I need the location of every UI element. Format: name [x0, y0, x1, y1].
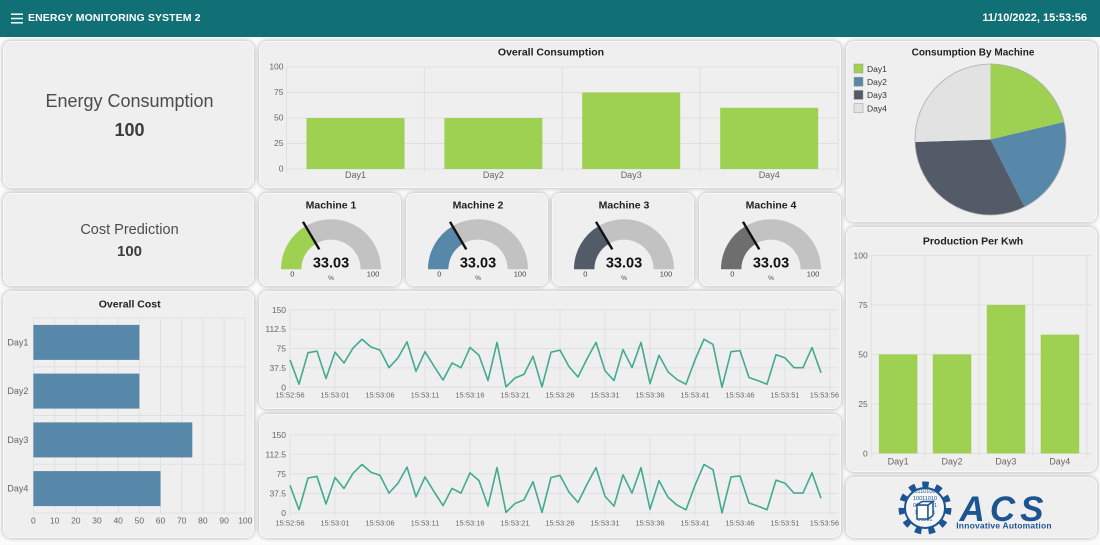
svg-text:Machine 4: Machine 4 — [746, 199, 797, 211]
svg-text:15:53:31: 15:53:31 — [590, 391, 619, 400]
svg-text:15:53:01: 15:53:01 — [320, 519, 349, 528]
svg-text:75: 75 — [277, 469, 287, 479]
svg-text:15:53:56: 15:53:56 — [810, 391, 839, 400]
svg-text:Day4: Day4 — [867, 103, 887, 113]
svg-text:75: 75 — [274, 87, 284, 97]
svg-text:100: 100 — [660, 270, 673, 279]
svg-text:Day1: Day1 — [345, 170, 366, 180]
svg-text:Machine 2: Machine 2 — [452, 199, 503, 211]
svg-text:50: 50 — [858, 349, 868, 359]
svg-text:15:52:56: 15:52:56 — [275, 391, 304, 400]
svg-text:112.5: 112.5 — [265, 449, 286, 459]
svg-text:0: 0 — [730, 270, 734, 279]
svg-text:Day3: Day3 — [867, 90, 887, 100]
svg-text:Consumption By Machine: Consumption By Machine — [912, 48, 1035, 59]
svg-text:0110100: 0110100 — [914, 489, 935, 495]
svg-text:Day3: Day3 — [7, 435, 28, 445]
svg-text:Day2: Day2 — [7, 386, 28, 396]
svg-text:0: 0 — [281, 508, 286, 518]
svg-text:150: 150 — [272, 430, 286, 440]
svg-text:15:53:11: 15:53:11 — [411, 519, 440, 528]
svg-text:25: 25 — [274, 138, 284, 148]
svg-text:15:53:51: 15:53:51 — [770, 391, 799, 400]
svg-text:15:53:16: 15:53:16 — [455, 391, 484, 400]
svg-text:15:53:36: 15:53:36 — [635, 519, 664, 528]
svg-text:Day1: Day1 — [888, 457, 909, 467]
svg-text:33.03: 33.03 — [753, 256, 789, 272]
svg-text:15:52:56: 15:52:56 — [275, 519, 304, 528]
svg-text:15:53:26: 15:53:26 — [545, 519, 574, 528]
svg-text:0: 0 — [290, 270, 294, 279]
svg-text:Production Per Kwh: Production Per Kwh — [923, 236, 1023, 248]
svg-text:Day2: Day2 — [941, 457, 962, 467]
svg-text:Day1: Day1 — [867, 64, 887, 74]
svg-text:37.5: 37.5 — [269, 363, 286, 373]
svg-text:%: % — [475, 275, 481, 282]
svg-text:15:53:36: 15:53:36 — [635, 391, 664, 400]
svg-text:90: 90 — [219, 516, 229, 526]
svg-text:Day2: Day2 — [867, 77, 887, 87]
svg-text:50: 50 — [135, 516, 145, 526]
svg-text:15:53:21: 15:53:21 — [500, 519, 529, 528]
svg-text:Day3: Day3 — [995, 457, 1016, 467]
svg-text:0: 0 — [863, 448, 868, 458]
svg-text:50: 50 — [274, 112, 284, 122]
svg-text:15:53:06: 15:53:06 — [365, 391, 394, 400]
svg-text:100: 100 — [367, 270, 380, 279]
svg-text:33.03: 33.03 — [460, 256, 496, 272]
svg-text:15:53:46: 15:53:46 — [725, 391, 754, 400]
svg-text:15:53:51: 15:53:51 — [770, 519, 799, 528]
svg-text:75: 75 — [277, 344, 287, 354]
svg-text:15:53:56: 15:53:56 — [810, 519, 839, 528]
svg-text:100: 100 — [269, 61, 283, 71]
svg-text:100: 100 — [854, 250, 868, 260]
svg-text:30: 30 — [92, 516, 102, 526]
svg-text:Innovative Automation: Innovative Automation — [956, 521, 1052, 531]
svg-text:15:53:46: 15:53:46 — [725, 519, 754, 528]
svg-text:112.5: 112.5 — [265, 324, 286, 334]
svg-text:100: 100 — [238, 516, 252, 526]
svg-text:10: 10 — [50, 516, 60, 526]
svg-text:Machine 3: Machine 3 — [599, 199, 650, 211]
svg-text:%: % — [328, 275, 334, 282]
svg-text:33.03: 33.03 — [606, 256, 642, 272]
svg-text:15:53:41: 15:53:41 — [680, 391, 709, 400]
svg-text:25: 25 — [858, 399, 868, 409]
svg-text:Overall Cost: Overall Cost — [99, 299, 161, 311]
svg-text:Day3: Day3 — [621, 170, 642, 180]
svg-text:15:53:16: 15:53:16 — [455, 519, 484, 528]
svg-text:60: 60 — [156, 516, 166, 526]
svg-text:Day1: Day1 — [7, 337, 28, 347]
svg-text:15:53:31: 15:53:31 — [590, 519, 619, 528]
svg-text:Overall Consumption: Overall Consumption — [498, 47, 604, 59]
svg-text:Machine 1: Machine 1 — [306, 199, 357, 211]
svg-text:15:53:11: 15:53:11 — [411, 391, 440, 400]
svg-text:15:53:06: 15:53:06 — [365, 519, 394, 528]
svg-text:100: 100 — [513, 270, 526, 279]
svg-text:40: 40 — [113, 516, 123, 526]
svg-text:0: 0 — [584, 270, 588, 279]
svg-text:15:53:01: 15:53:01 — [320, 391, 349, 400]
svg-text:80: 80 — [198, 516, 208, 526]
svg-text:Day2: Day2 — [483, 170, 504, 180]
svg-text:15:53:26: 15:53:26 — [545, 391, 574, 400]
svg-text:37.5: 37.5 — [269, 488, 286, 498]
svg-text:Day4: Day4 — [7, 484, 28, 494]
svg-text:100: 100 — [807, 270, 820, 279]
svg-text:20: 20 — [71, 516, 81, 526]
svg-text:15:53:41: 15:53:41 — [680, 519, 709, 528]
svg-text:150: 150 — [272, 305, 286, 315]
svg-text:70: 70 — [177, 516, 187, 526]
svg-text:0: 0 — [31, 516, 36, 526]
svg-text:15:53:21: 15:53:21 — [500, 391, 529, 400]
svg-text:Day4: Day4 — [1049, 457, 1070, 467]
svg-text:Day4: Day4 — [759, 170, 780, 180]
svg-text:75: 75 — [858, 300, 868, 310]
svg-text:%: % — [621, 275, 627, 282]
svg-text:0: 0 — [279, 163, 284, 173]
svg-text:0: 0 — [437, 270, 441, 279]
svg-text:%: % — [768, 275, 774, 282]
svg-text:33.03: 33.03 — [313, 256, 349, 272]
